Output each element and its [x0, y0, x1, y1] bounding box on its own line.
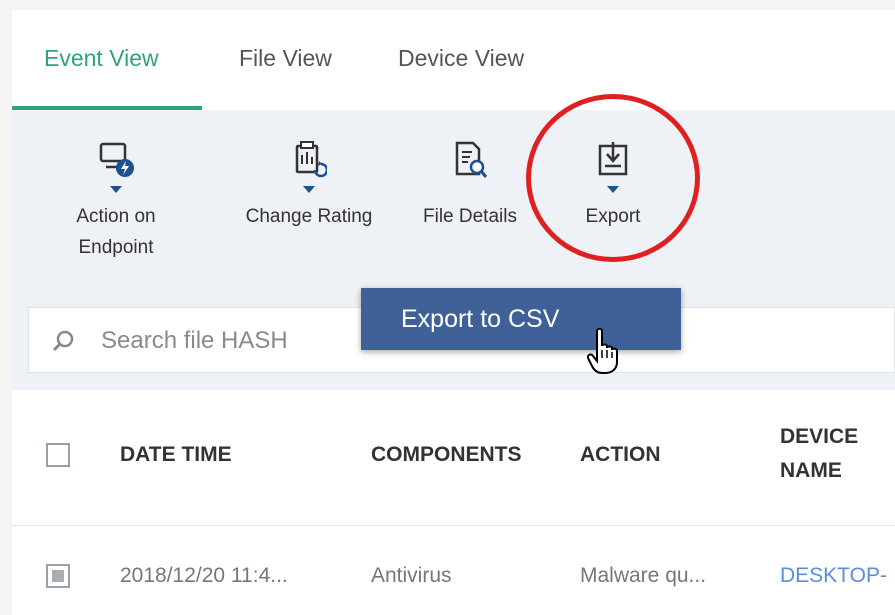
- file-details-button[interactable]: File Details: [412, 140, 528, 232]
- cell-device-name-link[interactable]: DESKTOP-: [780, 564, 887, 588]
- export-highlight-circle: [526, 94, 700, 262]
- tab-file-view[interactable]: File View: [239, 45, 332, 72]
- view-tabs: Event View File View Device View: [12, 10, 895, 110]
- hand-cursor-icon: [587, 328, 618, 374]
- toolbar: Action on Endpoint Change Rating File De…: [12, 110, 895, 290]
- action-on-endpoint-label-1: Action on: [76, 206, 156, 227]
- chevron-down-icon: [303, 186, 315, 193]
- column-device-name-1[interactable]: DEVICE: [780, 425, 858, 449]
- chevron-down-icon: [110, 186, 122, 193]
- cell-date-time: 2018/12/20 11:4...: [120, 564, 288, 587]
- export-to-csv-menu-item[interactable]: Export to CSV: [401, 288, 559, 350]
- export-dropdown-menu: Export to CSV: [361, 288, 681, 350]
- column-action[interactable]: ACTION: [580, 443, 661, 467]
- endpoint-action-icon: [99, 142, 134, 177]
- change-rating-label: Change Rating: [245, 206, 373, 227]
- change-rating-button[interactable]: Change Rating: [234, 140, 384, 232]
- file-details-icon: [455, 141, 488, 178]
- row-checkbox[interactable]: [46, 564, 70, 588]
- file-details-label: File Details: [423, 206, 517, 227]
- change-rating-icon: [295, 141, 327, 178]
- select-all-checkbox[interactable]: [46, 443, 70, 467]
- search-icon: [52, 330, 74, 352]
- column-device-name-2[interactable]: NAME: [780, 459, 842, 483]
- cell-action: Malware qu...: [580, 564, 707, 587]
- security-panel: Event View File View Device View Action …: [12, 10, 895, 615]
- table-row[interactable]: 2018/12/20 11:4... Antivirus Malware qu.…: [12, 526, 895, 615]
- column-date-time[interactable]: DATE TIME: [120, 443, 232, 467]
- column-components[interactable]: COMPONENTS: [371, 443, 522, 467]
- tab-event-view[interactable]: Event View: [44, 45, 159, 72]
- action-on-endpoint-button[interactable]: Action on Endpoint: [60, 140, 172, 263]
- action-on-endpoint-label-2: Endpoint: [78, 237, 154, 258]
- tab-device-view[interactable]: Device View: [398, 45, 524, 72]
- cell-components: Antivirus: [371, 564, 452, 587]
- table-header: DATE TIME COMPONENTS ACTION DEVICE NAME: [12, 390, 895, 526]
